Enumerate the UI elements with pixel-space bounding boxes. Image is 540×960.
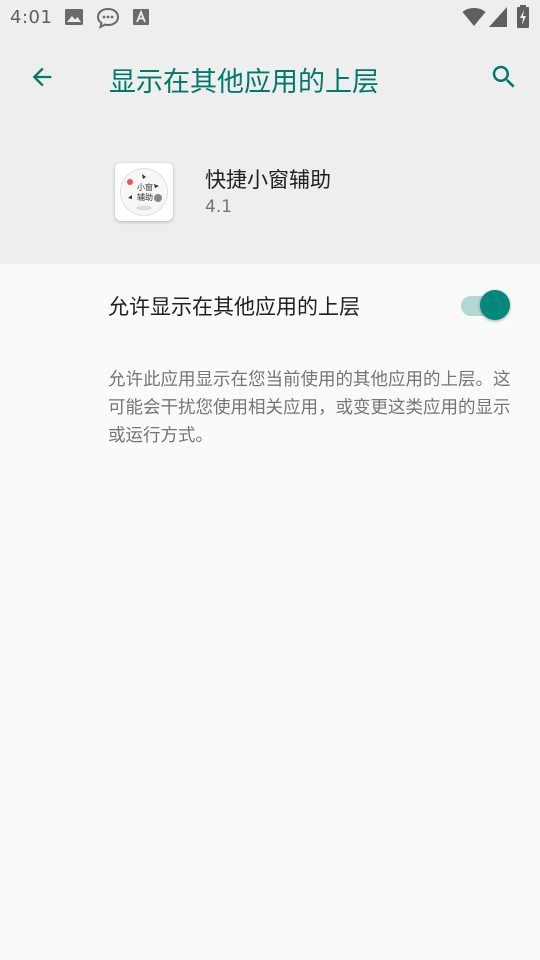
a-icon — [132, 7, 150, 27]
status-time: 4:01 — [10, 7, 53, 28]
switch-thumb — [480, 290, 510, 320]
app-version: 4.1 — [205, 197, 233, 217]
status-bar: 4:01 — [0, 0, 540, 36]
permission-description: 允许此应用显示在您当前使用的其他应用的上层。这可能会干扰您使用相关应用，或变更这… — [108, 370, 511, 446]
back-button[interactable] — [22, 59, 62, 99]
search-button[interactable] — [484, 59, 524, 99]
page-title: 显示在其他应用的上层 — [109, 67, 379, 98]
app-icon-text: 小窗 辅助 — [137, 183, 153, 202]
permission-switch[interactable] — [458, 286, 514, 322]
screen: 4:01 显示在其他应用的上层 小窗 辅助 快捷小窗辅助 4.1 允许显示在其他… — [0, 0, 540, 960]
app-name: 快捷小窗辅助 — [205, 168, 331, 192]
permission-toggle-row[interactable]: 允许显示在其他应用的上层 — [0, 264, 540, 344]
wifi-icon — [462, 6, 486, 28]
search-icon — [489, 62, 519, 96]
app-icon: 小窗 辅助 — [115, 163, 173, 221]
battery-charging-icon — [516, 5, 530, 29]
image-icon — [64, 7, 84, 27]
arrow-back-icon — [28, 63, 56, 95]
permission-toggle-label: 允许显示在其他应用的上层 — [108, 295, 360, 319]
header-area: 显示在其他应用的上层 小窗 辅助 快捷小窗辅助 4.1 — [0, 36, 540, 264]
signal-icon — [488, 6, 508, 28]
message-icon — [96, 7, 120, 29]
